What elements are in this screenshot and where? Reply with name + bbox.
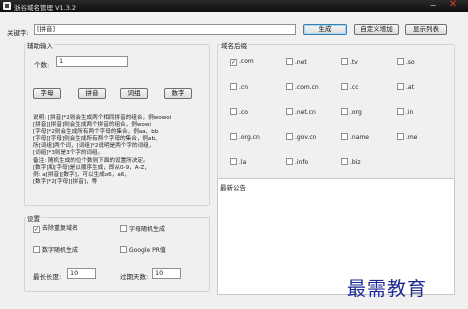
- suffix-checkbox-info[interactable]: .info: [286, 158, 308, 167]
- dedupe-label: 去除重复域名: [42, 225, 79, 232]
- keyword-input[interactable]: [拼音]: [34, 24, 296, 35]
- suffix-checkbox-in[interactable]: .in: [397, 108, 413, 117]
- title-bar: 浙谷域名管理 V1.3.2 − ✕: [0, 0, 468, 12]
- description-line: 说明: [拼音]*2则会生成两个相同拼音的组合，例wowoi: [33, 115, 172, 121]
- check-icon: ✓: [230, 59, 237, 66]
- keyword-label: 关键字:: [7, 29, 29, 37]
- watermark-text: 最需教育: [347, 278, 428, 300]
- pinyin-button[interactable]: 拼音: [78, 88, 106, 99]
- expire-days-label: 过期天数:: [120, 273, 149, 281]
- description-line: [字母][字母]则会生成所有两个字母的集合，例ab、: [33, 136, 161, 142]
- description-line: [数字]*2[字母][拼音]，等: [33, 179, 98, 185]
- max-length-label: 最长长度:: [33, 273, 62, 281]
- suffix-checkbox-net[interactable]: .net: [286, 58, 307, 67]
- expire-days-input[interactable]: 10: [152, 268, 181, 279]
- description-line: [数字]和[字母]是以顺序生成，即从0-9，A-Z，: [33, 165, 150, 171]
- close-button[interactable]: ✕: [446, 0, 460, 11]
- description-line: [拼音][拼音]则会生成两个拼音的组合，例wowi: [33, 122, 151, 128]
- suffix-checkbox-org-cn[interactable]: .org.cn: [230, 133, 260, 142]
- announcement-title: 最新公告: [220, 184, 246, 192]
- minimize-button[interactable]: −: [428, 1, 438, 11]
- suffix-checkbox-co[interactable]: .co: [230, 108, 248, 117]
- app-icon: [3, 2, 11, 10]
- random-letters-checkbox[interactable]: 字母随机生成: [120, 225, 165, 234]
- settings-legend: 设置: [26, 213, 41, 223]
- suffix-checkbox-com-cn[interactable]: .com.cn: [286, 83, 319, 92]
- suffix-checkbox-net-cn[interactable]: .net.cn: [286, 108, 316, 117]
- window-title: 浙谷域名管理 V1.3.2: [14, 4, 77, 12]
- count-input[interactable]: 1: [56, 56, 128, 67]
- random-letters-label: 字母随机生成: [129, 226, 166, 233]
- show-list-button[interactable]: 显示列表: [405, 24, 447, 35]
- dedupe-checkbox[interactable]: ✓ 去除重复域名: [33, 225, 78, 233]
- letter-button[interactable]: 字母: [33, 88, 61, 99]
- suffix-checkbox-com[interactable]: ✓ .com: [230, 58, 254, 66]
- custom-add-button[interactable]: 自定义增加: [354, 24, 399, 35]
- suffix-checkbox-cn[interactable]: .cn: [230, 83, 248, 92]
- aux-input-legend: 辅助输入: [26, 40, 54, 50]
- phrase-button[interactable]: 词组: [120, 88, 148, 99]
- google-pr-label: Google PR值: [129, 247, 166, 254]
- main-window: 关键字: [拼音] 生成 自定义增加 显示列表 辅助输入 个数: 1 字母 拼音…: [0, 12, 468, 309]
- max-length-input[interactable]: 10: [67, 268, 96, 279]
- suffix-checkbox-so[interactable]: .so: [397, 58, 415, 67]
- description-line: [词组]*3则是3个字的词组。: [33, 150, 104, 156]
- suffix-checkbox-biz[interactable]: .biz: [341, 158, 361, 167]
- suffix-checkbox-org[interactable]: .org: [341, 108, 362, 117]
- number-button[interactable]: 数字: [164, 88, 192, 99]
- count-label: 个数:: [34, 61, 50, 69]
- description-line: 备注: 随机生成的位个数则下面的设置所决定。: [33, 158, 149, 164]
- suffix-checkbox-tv[interactable]: .tv: [341, 58, 358, 67]
- suffix-checkbox-cc[interactable]: .cc: [341, 83, 359, 92]
- check-icon: ✓: [33, 226, 40, 233]
- suffix-checkbox-name[interactable]: .name: [341, 133, 369, 142]
- generate-button[interactable]: 生成: [303, 24, 347, 35]
- suffix-checkbox-me[interactable]: .me: [397, 133, 417, 142]
- description-line: 所[词组]两个词，[词组]*2说明是两个字的词组，: [33, 143, 155, 149]
- suffix-legend: 域名后缀: [220, 40, 248, 50]
- description-line: 例: a[拼音][数字]，可以生成o6，a6，: [33, 172, 130, 178]
- random-numbers-checkbox[interactable]: 数字随机生成: [33, 246, 78, 255]
- description-line: [字母]*2则会生成所有两个字母的集合，例aa、bb: [33, 129, 159, 135]
- google-pr-checkbox[interactable]: Google PR值: [120, 246, 166, 255]
- random-numbers-label: 数字随机生成: [42, 247, 79, 254]
- suffix-checkbox-gov-cn[interactable]: .gov.cn: [286, 133, 316, 142]
- suffix-checkbox-la[interactable]: .la: [230, 158, 246, 167]
- suffix-checkbox-at[interactable]: .at: [397, 83, 414, 92]
